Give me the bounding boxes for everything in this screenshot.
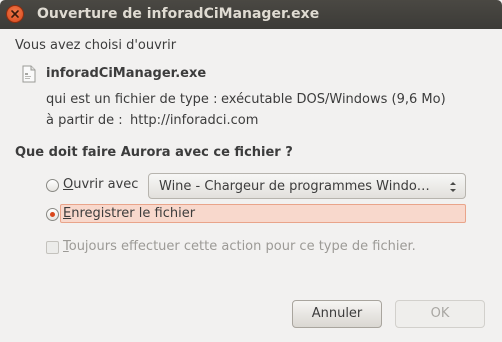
save-file-accesskey: E: [63, 206, 72, 221]
window-titlebar: Ouverture de inforadCiManager.exe: [0, 0, 502, 29]
file-source-value: http://inforadci.com: [130, 113, 259, 128]
open-with-app-select[interactable]: Wine - Chargeur de programmes Windo…: [148, 173, 466, 199]
file-type-value: exécutable DOS/Windows (9,6 Mo): [221, 92, 446, 107]
open-with-app-value: Wine - Chargeur de programmes Windo…: [159, 179, 430, 194]
file-icon: [22, 65, 36, 83]
open-with-radio[interactable]: [46, 179, 59, 192]
ok-button[interactable]: OK: [395, 300, 485, 328]
close-icon[interactable]: [6, 5, 24, 23]
dialog-body: Vous avez choisi d'ouvrir inforadCiManag…: [0, 29, 502, 342]
always-label[interactable]: Toujours effectuer cette action pour ce …: [63, 239, 416, 254]
window-title: Ouverture de inforadCiManager.exe: [37, 6, 320, 22]
cancel-button[interactable]: Annuler: [292, 300, 382, 328]
always-label-rest: oujours effectuer cette action pour ce t…: [68, 239, 416, 254]
always-checkbox[interactable]: [46, 241, 59, 254]
save-file-label[interactable]: Enregistrer le fichier: [63, 206, 195, 221]
file-name: inforadCiManager.exe: [46, 66, 207, 81]
question-heading: Que doit faire Aurora avec ce fichier ?: [15, 145, 293, 160]
save-file-label-rest: nregistrer le fichier: [71, 206, 196, 221]
open-with-label-rest: uvrir avec: [73, 177, 139, 192]
file-source-label: à partir de :: [46, 113, 123, 128]
chevron-updown-icon: [450, 182, 456, 192]
open-with-accesskey: O: [63, 177, 74, 192]
file-type-label: qui est un fichier de type :: [46, 92, 218, 107]
open-with-label[interactable]: Ouvrir avec: [63, 177, 138, 192]
intro-text: Vous avez choisi d'ouvrir: [15, 38, 177, 53]
save-file-radio[interactable]: [46, 208, 59, 221]
